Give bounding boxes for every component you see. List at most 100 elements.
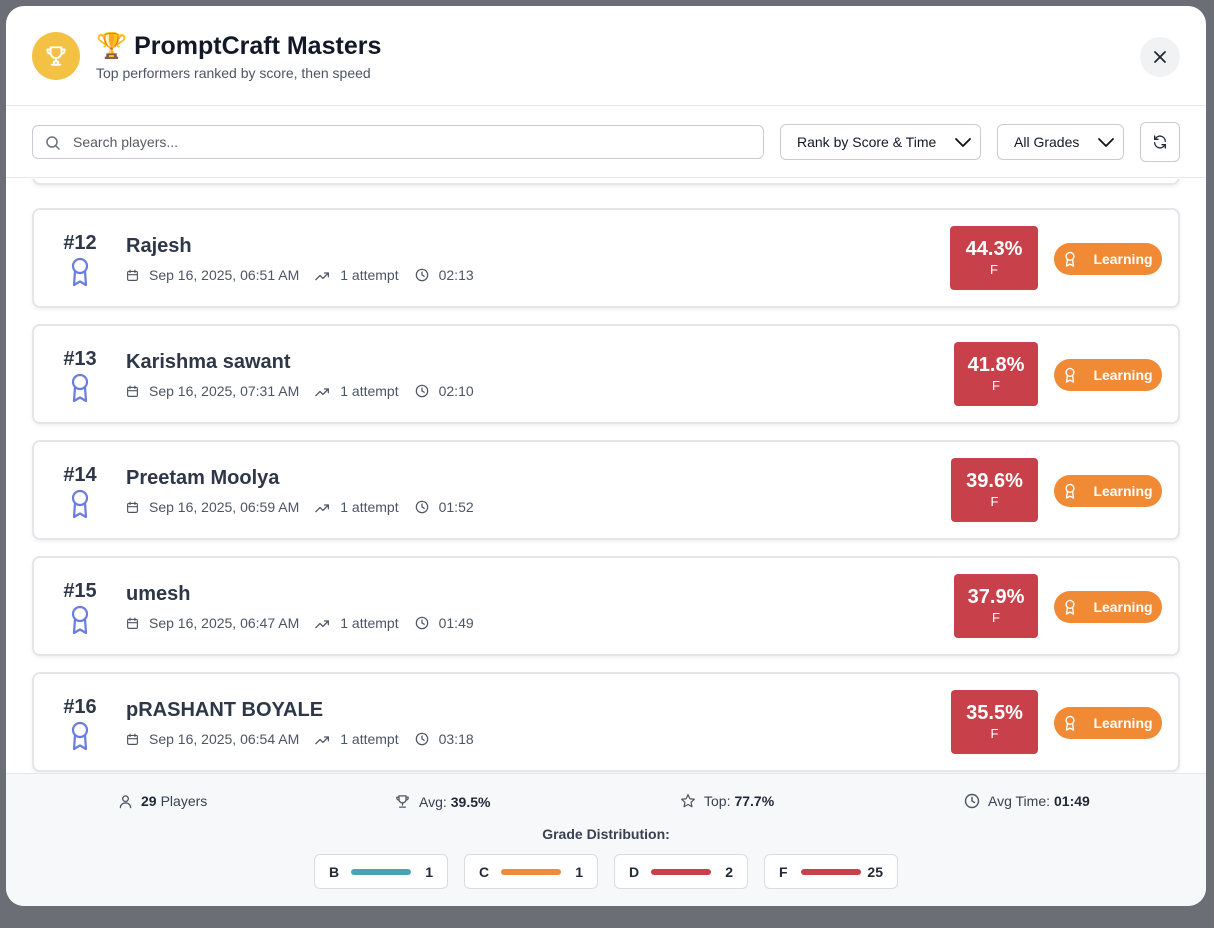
stat-top: Top: 77.7% — [680, 793, 778, 809]
calendar-icon — [126, 269, 144, 282]
badge-label: Learning — [1093, 251, 1153, 267]
player-name: Rajesh — [126, 235, 192, 257]
player-meta: Sep 16, 2025, 07:31 AM 1 attempt 02:10 — [126, 383, 490, 399]
award-icon — [1063, 483, 1085, 499]
score-grade: F — [990, 726, 999, 741]
player-name: pRASHANT BOYALE — [126, 699, 324, 721]
clock-icon — [415, 500, 434, 514]
avg-label: Avg: — [419, 793, 447, 810]
calendar-icon — [126, 617, 144, 630]
status-badge: Learning — [1054, 359, 1162, 391]
grade-chip: F 25 — [764, 854, 898, 889]
score-box: 44.3% F — [950, 226, 1038, 290]
chevron-down-icon — [1098, 138, 1114, 147]
score-grade: F — [992, 610, 1000, 625]
trending-up-icon — [315, 385, 335, 398]
grade-bar — [801, 869, 861, 875]
refresh-icon — [1154, 135, 1166, 149]
user-icon — [119, 794, 132, 808]
player-rank: #14 — [63, 464, 97, 486]
player-list[interactable]: #12 Rajesh Sep 16, 2025, 06:51 AM 1 attempt… — [6, 179, 1206, 773]
stat-average: Avg: 39.5% — [394, 793, 494, 810]
award-icon — [1063, 367, 1085, 383]
player-card[interactable]: #14 Preetam Moolya Sep 16, 2025, 06:59 AM 1… — [32, 440, 1180, 540]
grade-filter-select[interactable]: All Grades — [997, 124, 1124, 160]
award-icon — [1063, 715, 1085, 731]
score-percent: 35.5% — [966, 702, 1023, 724]
player-card[interactable]: #13 Karishma sawant Sep 16, 2025, 07:31 AM… — [32, 324, 1180, 424]
player-attempts: 1 attempt — [340, 731, 399, 747]
status-badge: Learning — [1054, 475, 1162, 507]
player-attempts: 1 attempt — [340, 499, 399, 515]
grade-chip: D2 — [614, 854, 748, 889]
player-time: 02:13 — [438, 267, 474, 283]
award-icon — [1063, 599, 1085, 615]
badge-label: Learning — [1093, 599, 1153, 615]
grade-filter-value: All Grades — [1014, 134, 1080, 150]
toolbar: Rank by Score & Time All Grades — [6, 106, 1206, 178]
player-name: umesh — [126, 583, 191, 605]
score-box: 39.6% F — [951, 458, 1038, 522]
player-card[interactable]: #16 pRASHANT BOYALE Sep 16, 2025, 06:54 AM… — [32, 672, 1180, 772]
player-card[interactable]: #15 umesh Sep 16, 2025, 06:47 AM 1 attempt 0… — [32, 556, 1180, 656]
ribbon-icon — [69, 256, 91, 293]
grade-letter: D — [629, 864, 640, 880]
top-value: 77.7% — [734, 793, 775, 809]
player-rank: #15 — [63, 580, 97, 602]
grade-bar — [351, 869, 411, 875]
badge-label: Learning — [1093, 483, 1153, 499]
avg-time-value: 01:49 — [1054, 793, 1090, 809]
player-name: Preetam Moolya — [126, 467, 280, 489]
score-grade: F — [990, 494, 999, 509]
status-badge: Learning — [1054, 591, 1162, 623]
refresh-button[interactable] — [1140, 122, 1180, 162]
score-box: 41.8% F — [954, 342, 1038, 406]
player-card-partial — [32, 179, 1180, 185]
trending-up-icon — [315, 733, 335, 746]
modal-header: 🏆 PromptCraft Masters Top performers ran… — [6, 6, 1206, 106]
trophy-icon — [396, 795, 409, 808]
player-card[interactable]: #12 Rajesh Sep 16, 2025, 06:51 AM 1 attempt… — [32, 208, 1180, 308]
close-icon — [1154, 51, 1166, 63]
ribbon-icon — [69, 372, 91, 409]
grade-letter: F — [779, 864, 788, 880]
ribbon-icon — [69, 488, 91, 525]
close-button[interactable] — [1140, 37, 1180, 77]
badge-label: Learning — [1093, 715, 1153, 731]
player-attempts: 1 attempt — [340, 615, 399, 631]
score-box: 37.9% F — [954, 574, 1038, 638]
clock-icon — [415, 616, 434, 630]
page-title: 🏆 PromptCraft Masters — [96, 32, 382, 60]
player-rank: #16 — [63, 696, 97, 718]
grade-bar — [501, 869, 561, 875]
stat-players: 29 Players — [118, 793, 207, 809]
player-attempts: 1 attempt — [340, 383, 399, 399]
grade-count: 25 — [867, 864, 883, 880]
status-badge: Learning — [1054, 243, 1162, 275]
clock-icon — [415, 384, 434, 398]
page-subtitle: Top performers ranked by score, then spe… — [96, 65, 371, 81]
sort-select[interactable]: Rank by Score & Time — [780, 124, 981, 160]
ribbon-icon — [69, 604, 91, 641]
stat-avg-time: Avg Time: 01:49 — [964, 793, 1094, 809]
score-box: 35.5% F — [951, 690, 1038, 754]
player-time: 02:10 — [438, 383, 474, 399]
badge-label: Learning — [1093, 367, 1153, 383]
trending-up-icon — [315, 269, 335, 282]
calendar-icon — [126, 501, 144, 514]
leaderboard-modal: 🏆 PromptCraft Masters Top performers ran… — [6, 6, 1206, 906]
avg-time-label: Avg Time: — [988, 793, 1050, 809]
star-icon — [681, 794, 695, 808]
player-date: Sep 16, 2025, 06:59 AM — [149, 499, 300, 515]
score-grade: F — [990, 262, 998, 277]
trophy-logo — [32, 32, 80, 80]
search-box — [32, 125, 764, 159]
chevron-down-icon — [955, 138, 971, 147]
grade-bar — [651, 869, 711, 875]
players-label: Players — [160, 793, 208, 809]
status-badge: Learning — [1054, 707, 1162, 739]
trending-up-icon — [315, 617, 335, 630]
search-input[interactable] — [73, 126, 753, 158]
player-meta: Sep 16, 2025, 06:59 AM 1 attempt 01:52 — [126, 499, 490, 515]
player-time: 01:49 — [438, 615, 474, 631]
